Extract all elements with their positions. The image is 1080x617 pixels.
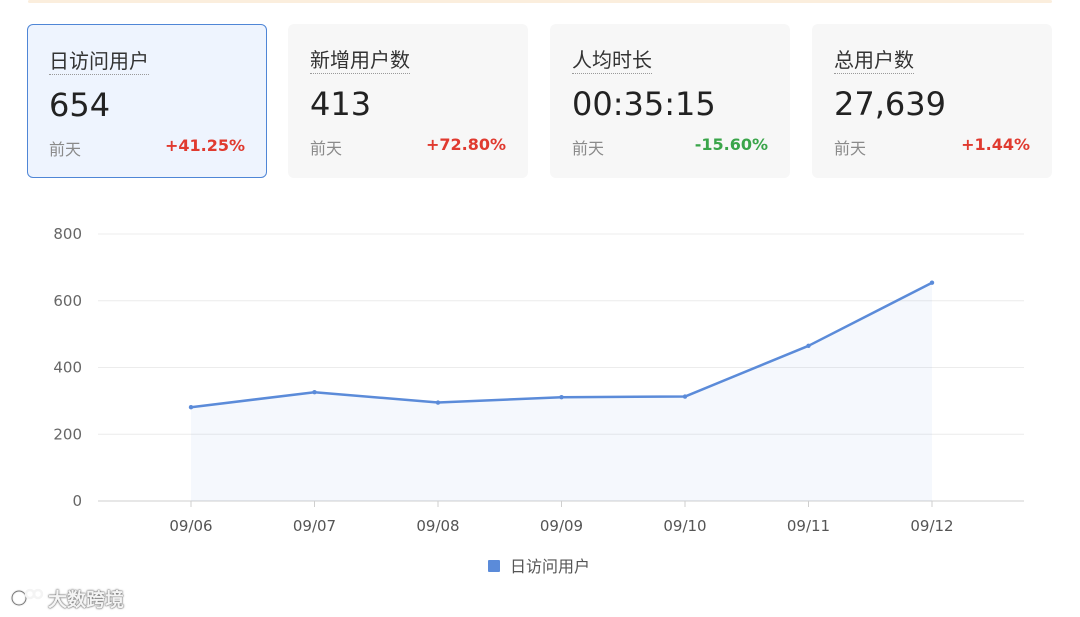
card-change: +72.80% [425,135,506,154]
card-title: 新增用户数 [310,48,410,74]
data-point [682,394,688,399]
x-tick-label: 09/11 [787,517,830,535]
card-avg-duration[interactable]: 人均时长 00:35:15 前天 -15.60% [550,24,790,178]
card-title: 日访问用户 [49,49,149,75]
card-period: 前天 [834,139,867,158]
card-daily-visitors[interactable]: 日访问用户 654 前天 +41.25% [27,24,267,178]
card-value: 27,639 [834,85,946,123]
top-strip [28,0,1052,3]
data-point [312,389,317,395]
x-tick-label: 09/12 [910,517,953,535]
legend-swatch [488,560,500,572]
data-point [188,405,194,410]
legend-label: 日访问用户 [510,557,590,576]
card-period: 前天 [49,140,82,159]
data-point [929,280,935,285]
line-chart: 0 200 400 600 800 09/06 09/07 09/08 09/09 09/10 09… [53,225,1024,576]
y-tick-label: 600 [53,292,82,310]
card-value: 413 [310,85,372,123]
card-change: +41.25% [164,136,245,155]
y-tick-label: 0 [72,492,82,510]
card-value: 654 [49,86,111,124]
logo-icon [10,588,44,607]
card-period: 前天 [572,139,605,158]
card-new-users[interactable]: 新增用户数 413 前天 +72.80% [288,24,528,178]
card-title: 总用户数 [834,48,914,74]
x-tick-label: 09/10 [663,517,706,535]
y-tick-label: 400 [53,359,82,377]
data-point [559,395,564,400]
y-tick-label: 800 [53,225,82,243]
card-period: 前天 [310,139,343,158]
metric-cards: 日访问用户 654 前天 +41.25% 新增用户数 413 前天 +72.80… [27,24,1053,178]
data-point [435,400,441,405]
card-value: 00:35:15 [572,85,716,123]
watermark: 大数跨境 [10,584,124,612]
y-tick-label: 200 [53,425,82,443]
series-area [191,282,932,501]
card-change: +1.44% [961,135,1030,154]
x-tick-label: 09/07 [293,517,336,535]
x-tick-label: 09/08 [416,517,459,535]
card-change: -15.60% [694,135,768,154]
x-tick-label: 09/06 [169,517,212,535]
card-title: 人均时长 [572,48,652,74]
data-point [806,343,811,349]
x-tick-label: 09/09 [540,517,583,535]
watermark-text: 大数跨境 [48,588,125,611]
card-total-users[interactable]: 总用户数 27,639 前天 +1.44% [812,24,1052,178]
